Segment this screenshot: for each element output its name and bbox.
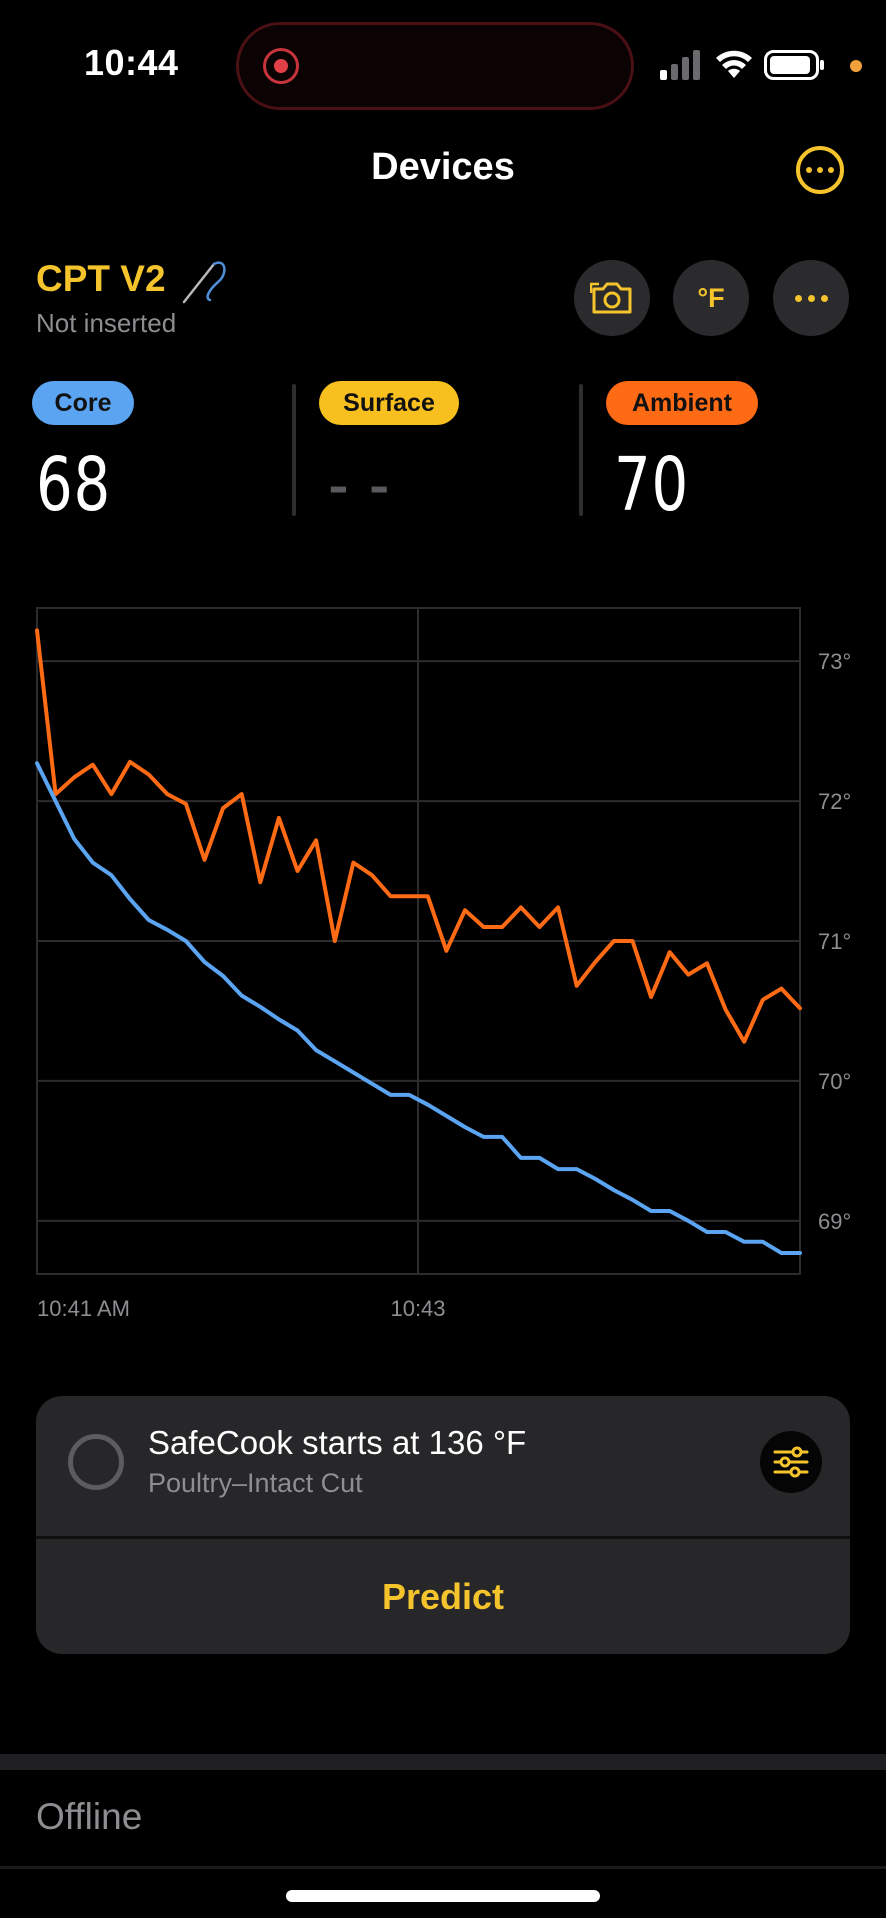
- ambient-reading: 70: [614, 442, 690, 528]
- y-tick-label: 69°: [818, 1209, 851, 1234]
- offline-status: Offline: [36, 1796, 143, 1837]
- camera-icon: [590, 282, 632, 314]
- screen-recording-icon: [263, 48, 299, 84]
- dynamic-island[interactable]: [236, 22, 634, 110]
- surface-reading: - -: [328, 442, 391, 528]
- ellipsis-icon: [794, 294, 802, 302]
- section-divider: [0, 1866, 886, 1869]
- probe-status: Not inserted: [36, 308, 177, 338]
- divider: [292, 384, 296, 516]
- x-tick-label: 10:41 AM: [37, 1296, 130, 1321]
- safecook-toggle[interactable]: [68, 1434, 124, 1490]
- core-reading: 68: [36, 442, 112, 528]
- signal-icon: [660, 50, 700, 80]
- sliders-icon: [773, 1446, 809, 1478]
- y-tick-label: 70°: [818, 1069, 851, 1094]
- temperature-unit-button[interactable]: °F: [673, 260, 749, 336]
- y-tick-label: 72°: [818, 789, 851, 814]
- privacy-dot-icon: [850, 60, 862, 72]
- y-tick-label: 73°: [818, 649, 851, 674]
- device-name: CPT V2: [36, 258, 166, 299]
- surface-label: Surface: [319, 381, 459, 425]
- battery-icon: [764, 50, 824, 80]
- safecook-title: SafeCook starts at 136 °F: [148, 1424, 527, 1461]
- camera-button[interactable]: [574, 260, 650, 336]
- wifi-icon: [716, 50, 752, 78]
- core-label: Core: [32, 381, 134, 425]
- safecook-settings-button[interactable]: [760, 1431, 822, 1493]
- section-divider: [0, 1754, 886, 1770]
- ellipsis-circle-icon[interactable]: [796, 146, 844, 194]
- home-indicator[interactable]: [286, 1890, 600, 1902]
- y-tick-label: 71°: [818, 929, 851, 954]
- predict-button[interactable]: Predict: [36, 1539, 850, 1654]
- status-time: 10:44: [84, 42, 179, 83]
- device-more-button[interactable]: [773, 260, 849, 336]
- probe-icon: [182, 261, 226, 304]
- temperature-chart[interactable]: 73° 72° 71° 70° 69° 10:41 AM 10:43: [0, 590, 886, 1330]
- ambient-label: Ambient: [606, 381, 758, 425]
- x-tick-label: 10:43: [390, 1296, 445, 1321]
- safecook-subtitle: Poultry–Intact Cut: [148, 1468, 363, 1498]
- page-title: Devices: [371, 146, 515, 188]
- divider: [579, 384, 583, 516]
- safecook-card: SafeCook starts at 136 °F Poultry–Intact…: [36, 1396, 850, 1654]
